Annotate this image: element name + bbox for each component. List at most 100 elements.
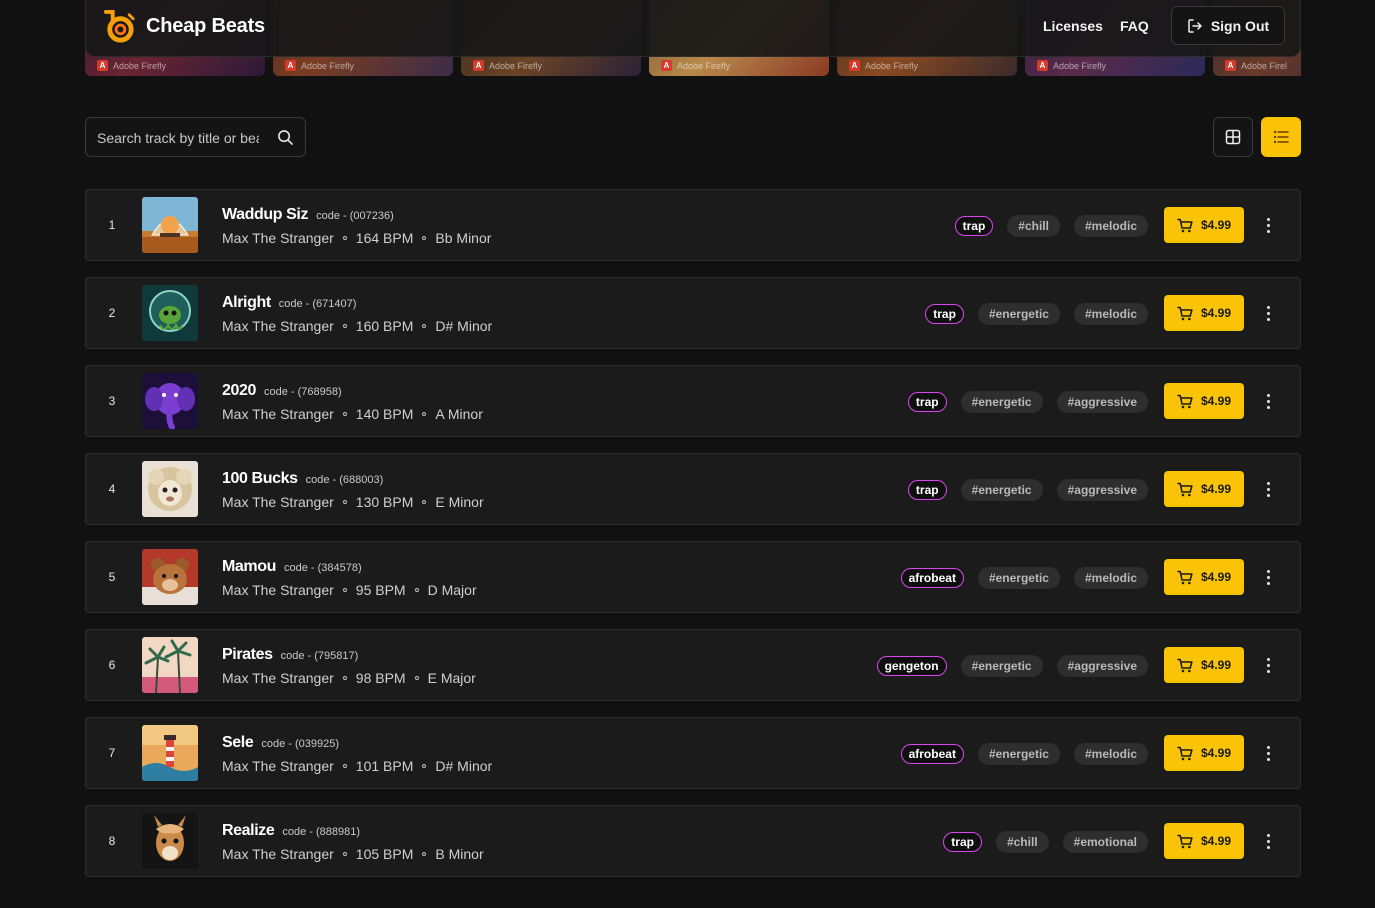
sign-out-button[interactable]: Sign Out <box>1171 6 1285 45</box>
mood-tag[interactable]: #aggressive <box>1056 479 1148 501</box>
track-row[interactable]: 6 Pirates code - (795817) Max The Strang… <box>85 629 1301 701</box>
track-row[interactable]: 7 Sele code - (039925) Max The Stranger … <box>85 717 1301 789</box>
mood-tag[interactable]: #chill <box>995 831 1049 853</box>
mood-tag[interactable]: #energetic <box>960 391 1043 413</box>
price-label: $4.99 <box>1200 570 1232 584</box>
track-title[interactable]: Mamou <box>222 558 276 576</box>
add-to-cart-button[interactable]: $4.99 <box>1164 295 1244 331</box>
grid-view-button[interactable] <box>1213 117 1253 157</box>
grid-icon <box>1225 129 1241 145</box>
track-tags: afrobeat #energetic #melodic <box>900 567 1148 589</box>
mood-tag[interactable]: #melodic <box>1073 567 1148 589</box>
price-label: $4.99 <box>1200 834 1232 848</box>
nav-licenses-link[interactable]: Licenses <box>1043 18 1103 34</box>
brand-name: Cheap Beats <box>146 15 265 37</box>
track-title[interactable]: Realize <box>222 822 275 840</box>
track-artist: Max The Stranger <box>222 846 334 862</box>
track-title[interactable]: 100 Bucks <box>222 470 298 488</box>
track-code: code - (039925) <box>261 738 339 750</box>
separator-dot-icon <box>422 324 427 328</box>
add-to-cart-button[interactable]: $4.99 <box>1164 823 1244 859</box>
mood-tag[interactable]: #aggressive <box>1056 391 1148 413</box>
more-options-icon[interactable] <box>1260 390 1276 412</box>
more-options-icon[interactable] <box>1260 654 1276 676</box>
search-icon[interactable] <box>277 129 294 146</box>
separator-dot-icon <box>422 852 427 856</box>
add-to-cart-button[interactable]: $4.99 <box>1164 383 1244 419</box>
track-artist: Max The Stranger <box>222 670 334 686</box>
more-options-icon[interactable] <box>1260 566 1276 588</box>
track-cover-art[interactable] <box>142 549 198 605</box>
genre-tag[interactable]: afrobeat <box>900 744 964 764</box>
separator-dot-icon <box>342 412 347 416</box>
top-navbar: Cheap Beats Licenses FAQ Sign Out <box>85 0 1301 57</box>
track-title[interactable]: Waddup Siz <box>222 206 308 224</box>
genre-tag[interactable]: gengeton <box>876 656 947 676</box>
track-number: 4 <box>108 482 116 496</box>
mood-tag[interactable]: #aggressive <box>1056 655 1148 677</box>
track-cover-art[interactable] <box>142 285 198 341</box>
mood-tag[interactable]: #chill <box>1007 215 1060 237</box>
track-title[interactable]: Pirates <box>222 646 273 664</box>
track-cover-art[interactable] <box>142 725 198 781</box>
genre-tag[interactable]: trap <box>954 216 994 236</box>
track-cover-art[interactable] <box>142 197 198 253</box>
mood-tag[interactable]: #melodic <box>1073 215 1148 237</box>
mood-tag[interactable]: #energetic <box>977 303 1060 325</box>
track-bpm: 101 BPM <box>355 758 414 774</box>
cheap-beats-logo-icon <box>103 9 135 43</box>
watermark-text: Adobe Firel <box>1241 60 1288 71</box>
mood-tag[interactable]: #melodic <box>1073 743 1148 765</box>
mood-tag[interactable]: #energetic <box>960 655 1043 677</box>
track-key: E Minor <box>435 494 484 510</box>
genre-tag[interactable]: trap <box>907 480 947 500</box>
genre-tag[interactable]: trap <box>907 392 947 412</box>
track-row[interactable]: 1 Waddup Siz code - (007236) Max The Str… <box>85 189 1301 261</box>
separator-dot-icon <box>414 588 419 592</box>
track-key: D# Minor <box>435 318 493 334</box>
nav-faq-link[interactable]: FAQ <box>1120 18 1149 34</box>
add-to-cart-button[interactable]: $4.99 <box>1164 471 1244 507</box>
more-options-icon[interactable] <box>1260 478 1276 500</box>
watermark-text: Adobe Firefly <box>489 60 543 71</box>
track-row[interactable]: 3 2020 code - (768958) Max The Stranger … <box>85 365 1301 437</box>
price-label: $4.99 <box>1200 218 1232 232</box>
more-options-icon[interactable] <box>1260 214 1276 236</box>
track-tags: trap #chill #emotional <box>943 831 1148 853</box>
mood-tag[interactable]: #emotional <box>1062 831 1148 853</box>
genre-tag[interactable]: trap <box>943 832 982 852</box>
track-tags: gengeton #energetic #aggressive <box>876 655 1148 677</box>
add-to-cart-button[interactable]: $4.99 <box>1164 559 1244 595</box>
track-row[interactable]: 4 100 Bucks code - (688003) Max The Stra… <box>85 453 1301 525</box>
add-to-cart-button[interactable]: $4.99 <box>1164 207 1244 243</box>
cart-icon <box>1177 746 1193 760</box>
track-title[interactable]: Alright <box>222 294 271 312</box>
mood-tag[interactable]: #energetic <box>977 743 1060 765</box>
track-row[interactable]: 2 Alright code - (671407) Max The Strang… <box>85 277 1301 349</box>
track-cover-art[interactable] <box>142 813 198 869</box>
track-row[interactable]: 5 Mamou code - (384578) Max The Stranger… <box>85 541 1301 613</box>
track-cover-art[interactable] <box>142 373 198 429</box>
more-options-icon[interactable] <box>1260 742 1276 764</box>
mood-tag[interactable]: #energetic <box>960 479 1043 501</box>
watermark-text: Adobe Firefly <box>301 60 355 71</box>
track-cover-art[interactable] <box>142 461 198 517</box>
genre-tag[interactable]: afrobeat <box>900 568 964 588</box>
sign-out-label: Sign Out <box>1210 17 1270 34</box>
add-to-cart-button[interactable]: $4.99 <box>1164 735 1244 771</box>
add-to-cart-button[interactable]: $4.99 <box>1164 647 1244 683</box>
track-row[interactable]: 8 Realize code - (888981) Max The Strang… <box>85 805 1301 877</box>
more-options-icon[interactable] <box>1260 830 1276 852</box>
brand-home-link[interactable]: Cheap Beats <box>102 9 265 44</box>
track-title[interactable]: 2020 <box>222 382 256 400</box>
separator-dot-icon <box>342 324 347 328</box>
list-view-button[interactable] <box>1261 117 1301 157</box>
search-input[interactable] <box>97 128 259 148</box>
track-cover-art[interactable] <box>142 637 198 693</box>
mood-tag[interactable]: #energetic <box>977 567 1060 589</box>
track-title[interactable]: Sele <box>222 734 254 752</box>
track-tags: trap #energetic #aggressive <box>907 391 1148 413</box>
genre-tag[interactable]: trap <box>925 304 964 324</box>
mood-tag[interactable]: #melodic <box>1073 303 1148 325</box>
more-options-icon[interactable] <box>1260 302 1276 324</box>
